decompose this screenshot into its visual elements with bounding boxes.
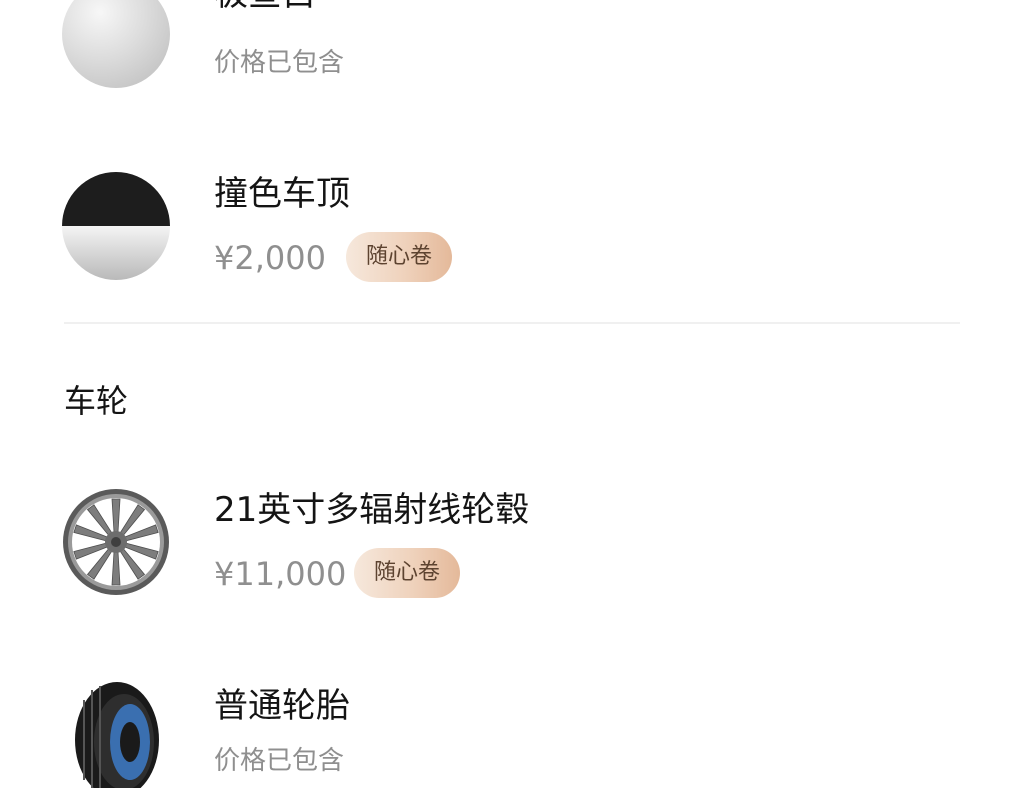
coupon-badge: 随心卷 bbox=[354, 548, 461, 598]
section-divider bbox=[64, 322, 960, 324]
tire-icon bbox=[72, 680, 162, 788]
option-21in-wheel[interactable]: 21英寸多辐射线轮毂 ¥11,000 随心卷 bbox=[62, 488, 962, 598]
option-price: ¥2,000 bbox=[214, 239, 326, 277]
option-name: 21英寸多辐射线轮毂 bbox=[214, 490, 530, 530]
coupon-badge: 随心卷 bbox=[346, 232, 453, 282]
price-included-note: 价格已包含 bbox=[214, 48, 345, 78]
option-name: 撞色车顶 bbox=[214, 174, 350, 214]
price-included-note: 价格已包含 bbox=[214, 746, 345, 776]
silver-paint-swatch-icon bbox=[62, 0, 170, 88]
option-name: 极昼白 bbox=[214, 0, 316, 14]
multi-spoke-wheel-icon bbox=[62, 488, 170, 596]
option-two-tone-roof[interactable]: 撞色车顶 ¥2,000 随心卷 bbox=[62, 172, 962, 282]
option-price: ¥11,000 bbox=[214, 555, 347, 593]
option-paint-color[interactable]: 极昼白 价格已包含 bbox=[62, 0, 962, 90]
two-tone-roof-swatch-icon bbox=[62, 172, 170, 280]
option-name: 普通轮胎 bbox=[214, 686, 350, 726]
section-title-wheels: 车轮 bbox=[64, 382, 129, 420]
option-standard-tire[interactable]: 普通轮胎 价格已包含 bbox=[62, 680, 962, 790]
